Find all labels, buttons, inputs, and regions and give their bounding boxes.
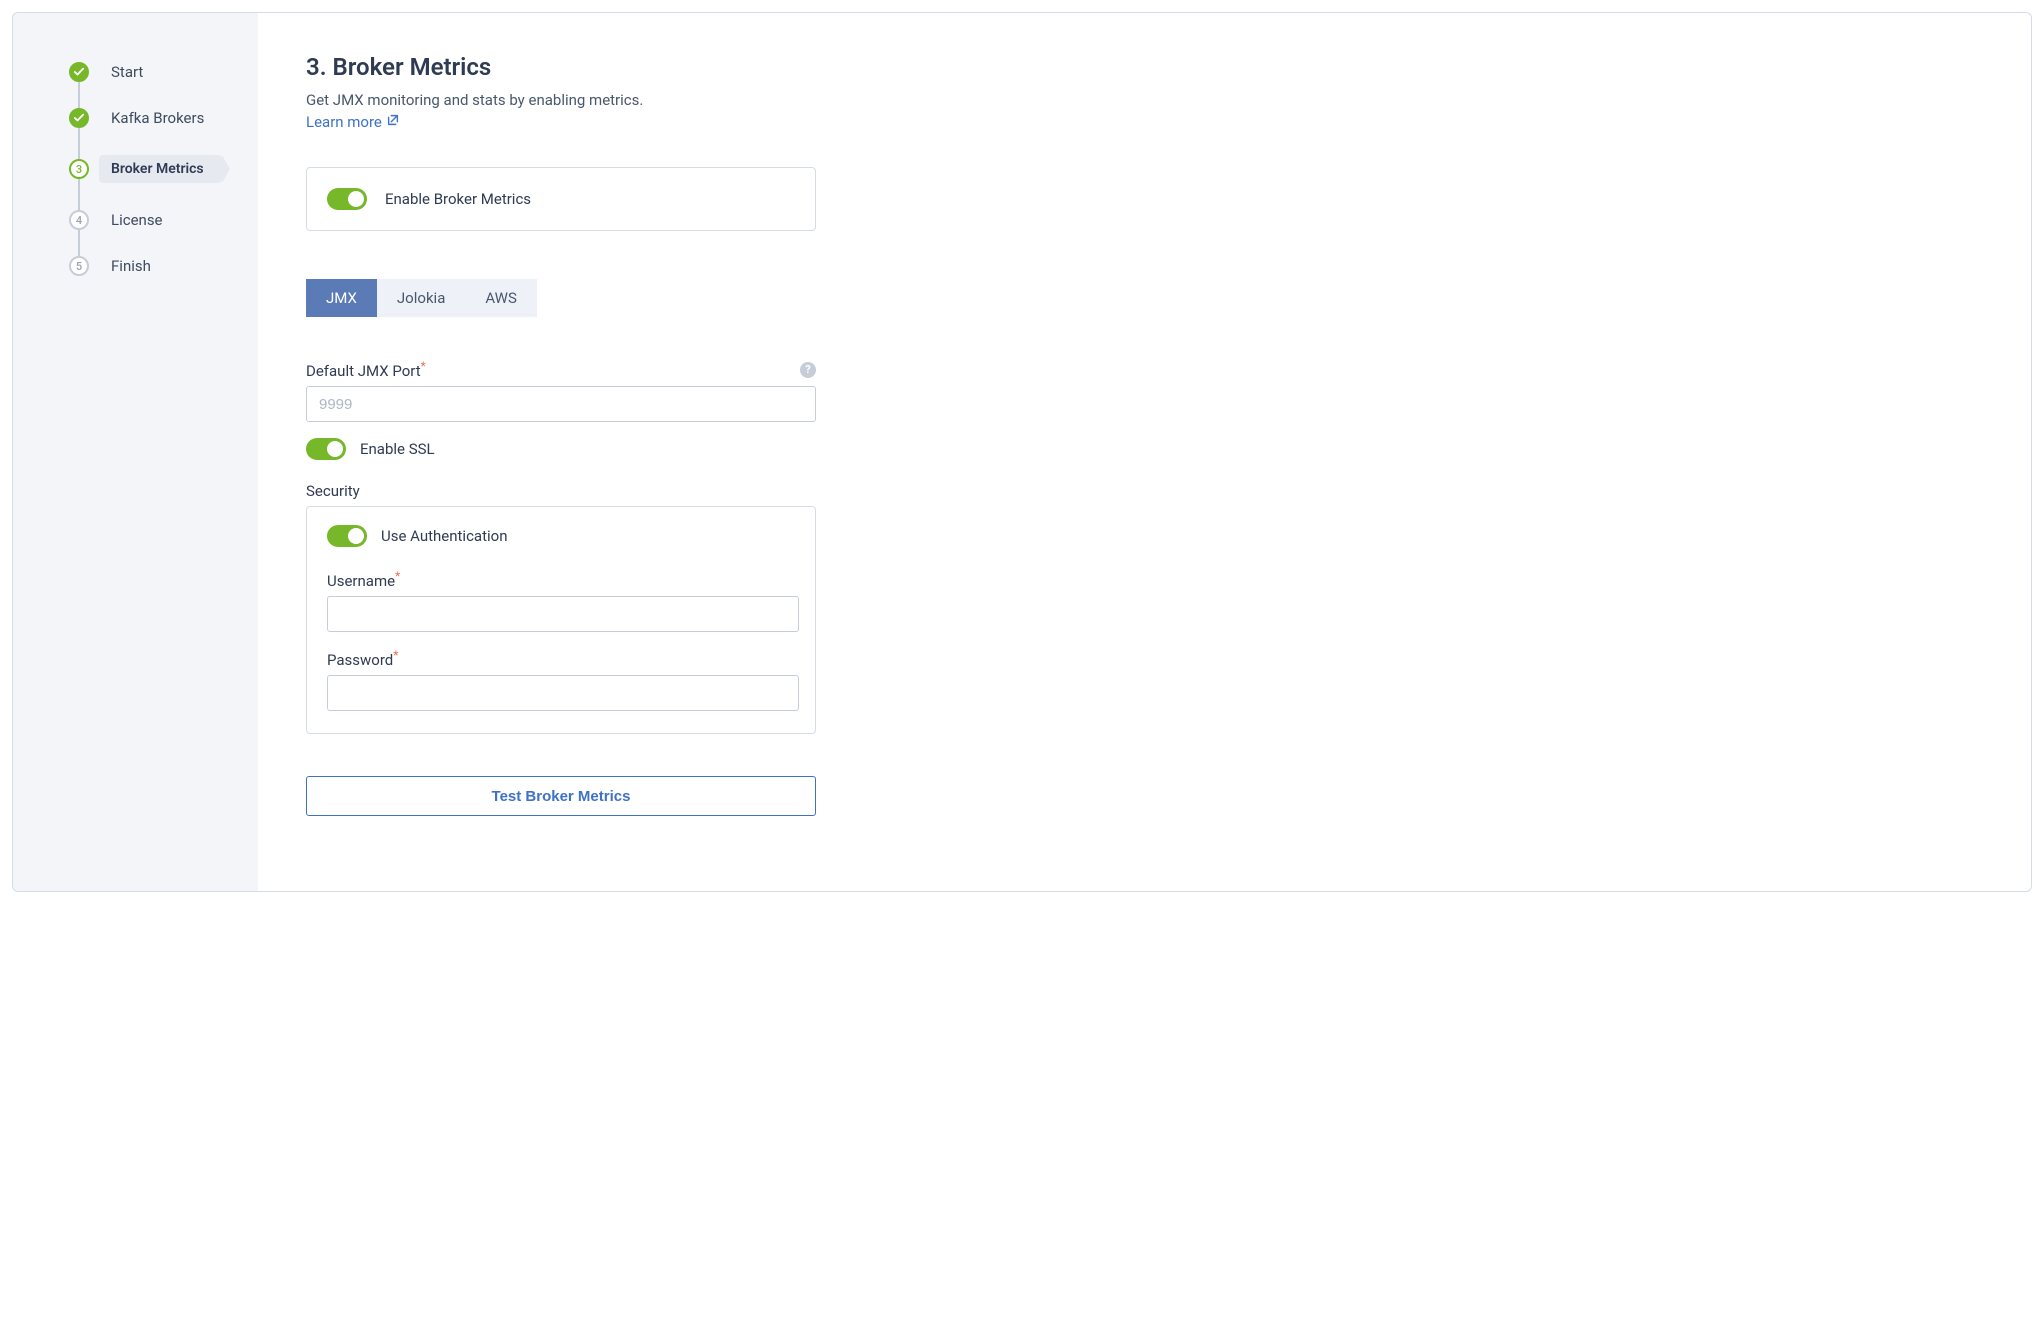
jmx-port-label: Default JMX Port* <box>306 359 426 380</box>
username-label: Username* <box>327 569 400 590</box>
password-input[interactable] <box>327 675 799 711</box>
jmx-port-input[interactable] <box>306 386 816 422</box>
step-label: Start <box>111 63 143 81</box>
step-label: Broker Metrics <box>111 161 204 177</box>
tab-jmx[interactable]: JMX <box>306 279 377 317</box>
step-kafka-brokers[interactable]: Kafka Brokers <box>13 95 258 141</box>
wizard-sidebar: Start Kafka Brokers 3 Broker Metrics 4 L… <box>13 13 258 891</box>
enable-ssl-toggle[interactable] <box>306 438 346 460</box>
password-row: Password* <box>327 648 799 711</box>
tab-aws[interactable]: AWS <box>465 279 537 317</box>
wizard-steps: Start Kafka Brokers 3 Broker Metrics 4 L… <box>13 49 258 289</box>
tab-jolokia[interactable]: Jolokia <box>377 279 465 317</box>
metrics-source-tabs: JMX Jolokia AWS <box>306 279 537 317</box>
username-input[interactable] <box>327 596 799 632</box>
step-broker-metrics[interactable]: 3 Broker Metrics <box>13 141 258 197</box>
main-content: 3. Broker Metrics Get JMX monitoring and… <box>258 13 1358 891</box>
jmx-form: Default JMX Port* ? Enable SSL Security <box>306 359 816 734</box>
page-subtitle: Get JMX monitoring and stats by enabling… <box>306 91 1310 109</box>
use-auth-row: Use Authentication <box>327 525 795 547</box>
step-start[interactable]: Start <box>13 49 258 95</box>
enable-metrics-toggle[interactable] <box>327 188 367 210</box>
jmx-port-row: Default JMX Port* ? <box>306 359 816 422</box>
toggle-knob <box>348 528 364 544</box>
password-label: Password* <box>327 648 398 669</box>
security-panel: Use Authentication Username* Password* <box>306 506 816 734</box>
step-number-icon: 5 <box>69 256 89 276</box>
step-number-icon: 4 <box>69 210 89 230</box>
checkmark-icon <box>69 108 89 128</box>
test-broker-metrics-button[interactable]: Test Broker Metrics <box>306 776 816 816</box>
learn-more-link[interactable]: Learn more <box>306 113 400 131</box>
required-indicator: * <box>421 359 426 373</box>
step-finish[interactable]: 5 Finish <box>13 243 258 289</box>
step-label-current: Broker Metrics <box>99 155 222 183</box>
step-label: Kafka Brokers <box>111 109 204 127</box>
enable-ssl-row: Enable SSL <box>306 438 816 460</box>
enable-metrics-panel: Enable Broker Metrics <box>306 167 816 231</box>
toggle-knob <box>327 441 343 457</box>
use-auth-label: Use Authentication <box>381 527 507 545</box>
enable-metrics-label: Enable Broker Metrics <box>385 190 531 208</box>
step-number-icon: 3 <box>69 159 89 179</box>
help-icon[interactable]: ? <box>800 362 816 378</box>
toggle-knob <box>348 191 364 207</box>
external-link-icon <box>386 113 400 131</box>
step-label: License <box>111 211 163 229</box>
page-title: 3. Broker Metrics <box>306 53 1310 81</box>
use-auth-toggle[interactable] <box>327 525 367 547</box>
required-indicator: * <box>395 569 400 583</box>
security-section-label: Security <box>306 482 816 500</box>
step-license[interactable]: 4 License <box>13 197 258 243</box>
enable-ssl-label: Enable SSL <box>360 440 435 458</box>
wizard-container: Start Kafka Brokers 3 Broker Metrics 4 L… <box>12 12 2032 892</box>
checkmark-icon <box>69 62 89 82</box>
learn-more-label: Learn more <box>306 113 382 131</box>
step-label: Finish <box>111 257 151 275</box>
username-row: Username* <box>327 569 799 632</box>
required-indicator: * <box>393 648 398 662</box>
